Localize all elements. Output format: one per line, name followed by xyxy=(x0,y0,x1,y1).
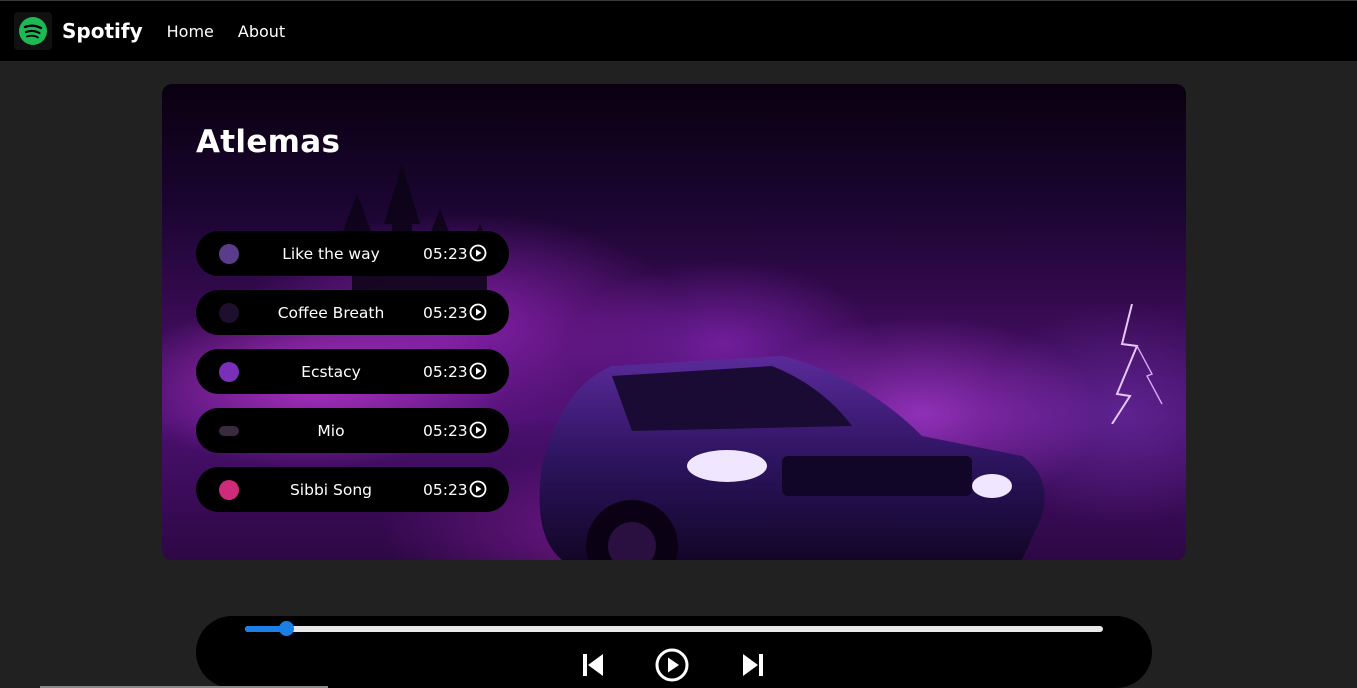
song-item-like-the-way[interactable]: Like the way 05:23 xyxy=(196,231,509,276)
artist-title: Atlemas xyxy=(196,124,341,160)
song-duration: 05:23 xyxy=(423,362,468,381)
play-icon[interactable] xyxy=(655,648,689,682)
song-thumbnail xyxy=(219,426,239,436)
play-circle-icon[interactable] xyxy=(469,480,487,498)
song-duration: 05:23 xyxy=(423,244,468,263)
play-circle-icon[interactable] xyxy=(469,303,487,321)
play-circle-icon[interactable] xyxy=(469,421,487,439)
nav-link-home[interactable]: Home xyxy=(167,22,214,41)
song-duration: 05:23 xyxy=(423,303,468,322)
nav-link-about[interactable]: About xyxy=(238,22,285,41)
hero-banner: Atlemas Like the way 05:23 Coffee Breath… xyxy=(162,84,1186,560)
song-item-ecstacy[interactable]: Ecstacy 05:23 xyxy=(196,349,509,394)
song-list: Like the way 05:23 Coffee Breath 05:23 E… xyxy=(196,231,509,526)
progress-knob[interactable] xyxy=(279,621,294,636)
play-circle-icon[interactable] xyxy=(469,362,487,380)
song-thumbnail xyxy=(219,480,239,500)
play-circle-icon[interactable] xyxy=(469,244,487,262)
next-track-icon[interactable] xyxy=(742,653,764,677)
progress-track xyxy=(245,626,1103,632)
song-name: Like the way xyxy=(282,244,380,263)
song-name: Sibbi Song xyxy=(289,480,373,499)
lightning-decoration xyxy=(1111,304,1163,424)
song-item-sibbi-song[interactable]: Sibbi Song 05:23 xyxy=(196,467,509,512)
navbar: Spotify Home About xyxy=(0,0,1357,61)
song-duration: 05:23 xyxy=(423,480,468,499)
song-item-mio[interactable]: Mio 05:23 xyxy=(196,408,509,453)
song-name: Coffee Breath xyxy=(277,303,385,322)
song-item-coffee-breath[interactable]: Coffee Breath 05:23 xyxy=(196,290,509,335)
song-name: Ecstacy xyxy=(301,362,361,381)
player-bar xyxy=(196,616,1152,688)
song-thumbnail xyxy=(219,244,239,264)
song-name: Mio xyxy=(317,421,345,440)
brand-name[interactable]: Spotify xyxy=(62,19,143,43)
song-thumbnail xyxy=(219,362,239,382)
progress-slider[interactable] xyxy=(245,621,1103,636)
song-duration: 05:23 xyxy=(423,421,468,440)
song-thumbnail xyxy=(219,303,239,323)
previous-track-icon[interactable] xyxy=(582,653,604,677)
car-image xyxy=(539,356,1045,560)
spotify-logo-icon[interactable] xyxy=(14,12,52,50)
